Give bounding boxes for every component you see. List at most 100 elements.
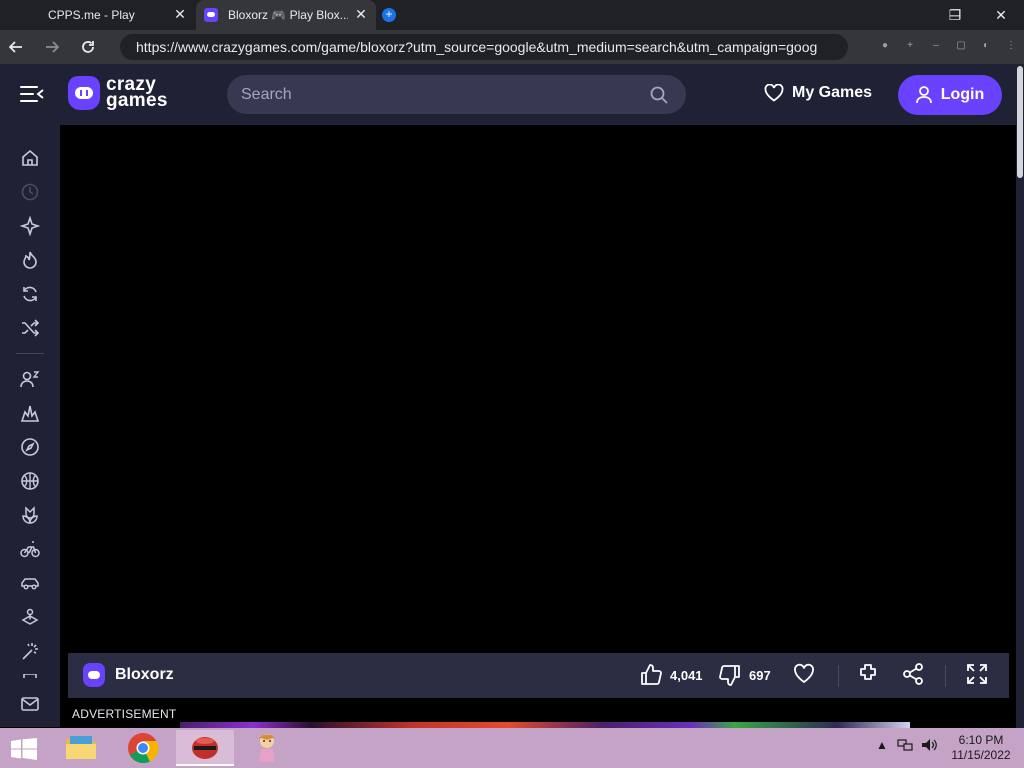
game-title: Bloxorz <box>115 666 174 683</box>
fullscreen-icon <box>967 664 987 684</box>
extension-icon[interactable]: ● <box>880 41 890 51</box>
forward-button[interactable] <box>40 36 64 58</box>
my-games-link[interactable]: My Games <box>764 84 872 102</box>
reload-icon <box>82 41 94 53</box>
extension-icon[interactable]: – <box>931 41 941 51</box>
thumbs-up-icon <box>641 664 662 685</box>
close-tab-icon[interactable]: ✕ <box>354 7 368 21</box>
mail-icon[interactable] <box>19 693 41 715</box>
browser-toolbar: https://www.crazygames.com/game/bloxorz?… <box>0 30 1024 64</box>
more-categories-icon[interactable] <box>19 674 41 682</box>
windows-logo-icon <box>11 738 37 760</box>
logo-wordmark: crazy games <box>106 74 168 111</box>
crazygames-small-logo-icon <box>83 663 105 687</box>
volume-icon[interactable] <box>921 738 939 755</box>
taskbar-character-app[interactable] <box>238 730 296 766</box>
bar-divider <box>838 665 839 687</box>
taskbar-game-app[interactable] <box>176 730 234 766</box>
address-bar[interactable]: https://www.crazygames.com/game/bloxorz?… <box>120 34 848 60</box>
dislike-count: 697 <box>749 667 771 683</box>
new-icon[interactable] <box>19 215 41 237</box>
minimize-button-alt <box>886 0 932 30</box>
windows-taskbar: ▲ 6:10 PM 11/15/2022 <box>0 728 1024 768</box>
adventure-icon[interactable] <box>19 436 41 458</box>
bar-divider <box>945 665 946 687</box>
taskbar-chrome[interactable] <box>114 730 172 766</box>
crazygames-logo-icon <box>68 76 100 110</box>
multiplayer-icon[interactable] <box>19 368 41 390</box>
menu-icon[interactable]: ⋮ <box>1006 41 1016 51</box>
search-bar[interactable] <box>227 75 686 114</box>
heart-icon <box>794 663 814 684</box>
character-icon <box>259 734 275 762</box>
site-header: crazy games My Games Login <box>0 64 1016 125</box>
extension-icon[interactable]: ▢ <box>956 41 966 51</box>
arrow-left-icon <box>9 41 22 53</box>
windows-start-button[interactable] <box>10 738 38 760</box>
updated-icon[interactable] <box>19 283 41 305</box>
scrollbar-thumb[interactable] <box>1017 66 1023 178</box>
dislike-button[interactable]: 697 <box>718 663 771 687</box>
login-button[interactable]: Login <box>898 75 1002 115</box>
browser-tabstrip: CPPS.me - Play ✕ Bloxorz 🎮 Play Blox... … <box>0 0 1024 30</box>
crazygames-favicon-icon <box>204 8 218 22</box>
like-count: 4,041 <box>670 667 703 683</box>
car-icon[interactable] <box>19 572 41 594</box>
clock-date: 11/15/2022 <box>951 748 1011 762</box>
back-button[interactable] <box>4 36 28 58</box>
advertisement-label: ADVERTISEMENT <box>72 707 177 721</box>
tab-title: CPPS.me - Play <box>48 8 135 22</box>
login-label: Login <box>940 86 985 103</box>
flag-icon <box>860 664 876 680</box>
heart-icon <box>764 84 784 102</box>
collapse-arrow-icon <box>36 89 44 99</box>
sidebar-divider <box>16 353 44 354</box>
tab-bloxorz[interactable]: Bloxorz 🎮 Play Blox... ✕ <box>196 0 376 30</box>
page-scrollbar[interactable] <box>1016 64 1024 728</box>
game-info-bar: Bloxorz 4,041 697 <box>68 653 1009 698</box>
random-icon[interactable] <box>19 317 41 339</box>
tab-cpps[interactable]: CPPS.me - Play ✕ <box>0 0 195 30</box>
crazygames-logo[interactable]: crazy games <box>68 74 168 111</box>
user-icon <box>915 86 932 104</box>
search-icon[interactable] <box>650 86 668 104</box>
chrome-icon <box>128 733 159 764</box>
share-button[interactable] <box>902 663 931 685</box>
search-input[interactable] <box>241 75 631 114</box>
folder-icon <box>66 736 96 759</box>
bike-icon[interactable] <box>19 538 41 560</box>
menu-toggle-button[interactable] <box>20 84 44 104</box>
like-button[interactable]: 4,041 <box>639 663 703 687</box>
my-games-label: My Games <box>792 84 873 101</box>
system-clock[interactable]: 6:10 PM 11/15/2022 <box>948 733 1014 763</box>
tab-title: Bloxorz 🎮 Play Blox... <box>228 8 348 22</box>
reload-button[interactable] <box>76 36 100 58</box>
trending-icon[interactable] <box>19 249 41 271</box>
game-app-icon <box>192 737 218 759</box>
restore-button[interactable]: ❐ <box>932 0 978 30</box>
game-canvas[interactable] <box>68 125 1009 653</box>
extension-icon[interactable]: ◐ <box>981 41 991 51</box>
thumbs-down-icon <box>719 665 740 686</box>
action-icon[interactable] <box>19 402 41 424</box>
taskbar-file-explorer[interactable] <box>52 730 110 766</box>
basketball-icon[interactable] <box>19 470 41 492</box>
close-tab-icon[interactable]: ✕ <box>173 7 187 21</box>
share-icon <box>903 663 923 685</box>
category-sidebar <box>0 125 60 727</box>
recent-icon[interactable] <box>19 181 41 203</box>
close-window-button[interactable]: ✕ <box>978 0 1024 30</box>
extension-icon[interactable]: + <box>905 41 915 51</box>
report-button[interactable] <box>857 663 886 685</box>
home-icon[interactable] <box>19 147 41 169</box>
favorite-button[interactable] <box>793 663 822 685</box>
magic-icon[interactable] <box>19 640 41 662</box>
casual-icon[interactable] <box>19 504 41 526</box>
network-icon[interactable] <box>897 738 913 755</box>
clicker-icon[interactable] <box>19 606 41 628</box>
clock-time: 6:10 PM <box>958 733 1004 747</box>
new-tab-button[interactable]: + <box>382 8 396 22</box>
show-hidden-icons[interactable]: ▲ <box>876 738 888 752</box>
arrow-right-icon <box>46 41 59 53</box>
fullscreen-button[interactable] <box>966 663 995 685</box>
